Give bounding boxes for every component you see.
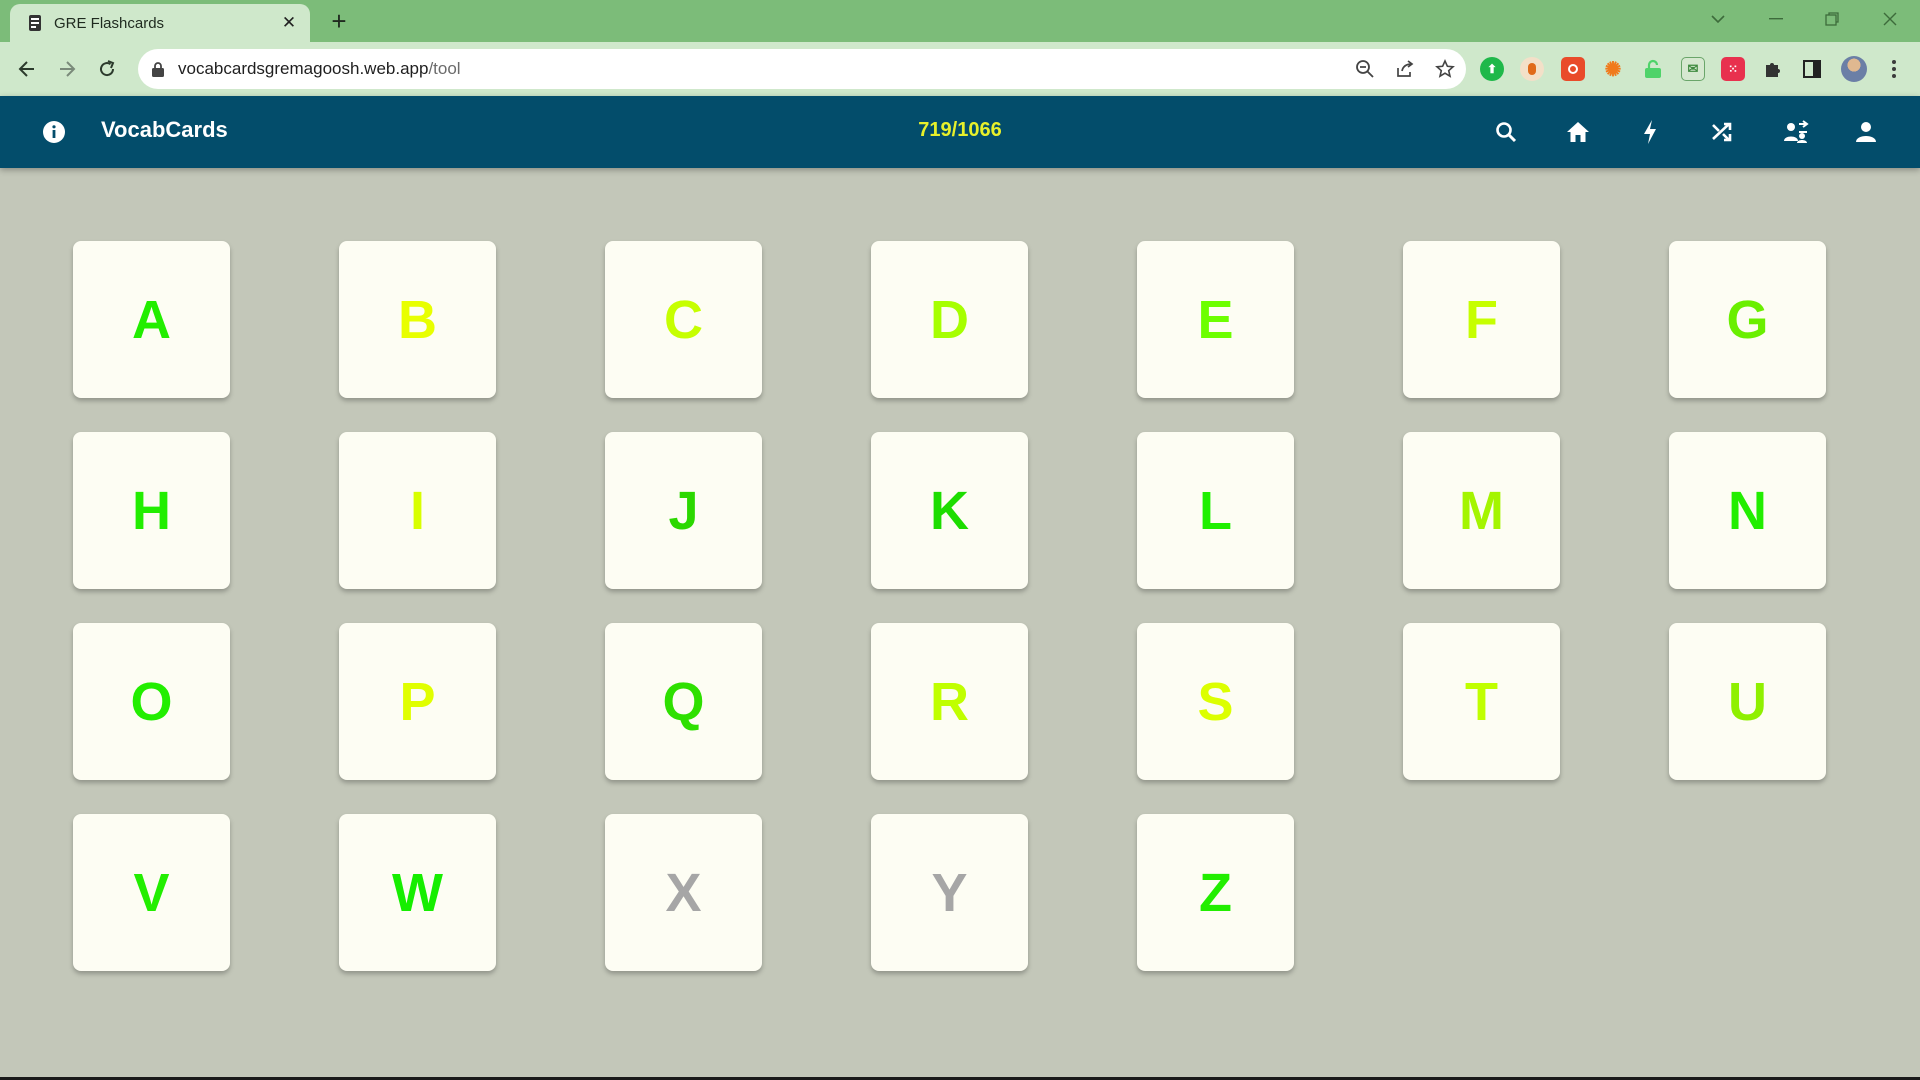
group-compare-icon[interactable] xyxy=(1780,116,1812,148)
close-window-icon[interactable] xyxy=(1868,4,1912,34)
flashcard-favicon-icon xyxy=(26,14,44,32)
letter-card-i[interactable]: I xyxy=(339,432,496,589)
letter-card-e[interactable]: E xyxy=(1137,241,1294,398)
letter-card-c[interactable]: C xyxy=(605,241,762,398)
side-panel-icon[interactable] xyxy=(1800,57,1824,81)
letter-card-v[interactable]: V xyxy=(73,814,230,971)
url-text: vocabcardsgremagoosh.web.app/tool xyxy=(178,59,461,78)
letter-card-f[interactable]: F xyxy=(1403,241,1560,398)
forward-icon[interactable] xyxy=(52,54,82,84)
tab-search-chevron-icon[interactable] xyxy=(1696,4,1740,34)
info-icon[interactable] xyxy=(42,120,66,144)
letter-card-t[interactable]: T xyxy=(1403,623,1560,780)
letter-card-m[interactable]: M xyxy=(1403,432,1560,589)
letter-card-z[interactable]: Z xyxy=(1137,814,1294,971)
app-title: VocabCards xyxy=(101,117,228,142)
extension-record-icon[interactable] xyxy=(1561,57,1585,81)
letter-card-a[interactable]: A xyxy=(73,241,230,398)
letter-card-u[interactable]: U xyxy=(1669,623,1826,780)
letter-card-b[interactable]: B xyxy=(339,241,496,398)
share-icon[interactable] xyxy=(1394,57,1416,81)
extensions-puzzle-icon[interactable] xyxy=(1761,57,1785,81)
browser-menu-icon[interactable] xyxy=(1882,55,1906,83)
tab-title: GRE Flashcards xyxy=(54,14,165,32)
browser-tab-strip: GRE Flashcards ✕ + xyxy=(0,0,1920,42)
letter-grid: ABCDEFG HIJKLMN OPQRSTU VWXYZ xyxy=(73,241,1826,971)
letter-card-q[interactable]: Q xyxy=(605,623,762,780)
letter-card-l[interactable]: L xyxy=(1137,432,1294,589)
letter-card-y[interactable]: Y xyxy=(871,814,1028,971)
progress-counter: 719/1066 xyxy=(918,119,1002,141)
app-header: VocabCards 719/1066 xyxy=(0,96,1920,168)
new-tab-icon[interactable]: + xyxy=(326,8,352,34)
search-icon[interactable] xyxy=(1490,116,1522,148)
address-bar[interactable]: vocabcardsgremagoosh.web.app/tool xyxy=(138,49,1466,89)
letter-card-k[interactable]: K xyxy=(871,432,1028,589)
home-icon[interactable] xyxy=(1562,116,1594,148)
extension-honey-icon[interactable] xyxy=(1520,57,1544,81)
letter-card-j[interactable]: J xyxy=(605,432,762,589)
letter-card-d[interactable]: D xyxy=(871,241,1028,398)
minimize-icon[interactable] xyxy=(1754,4,1798,34)
extension-green-icon[interactable]: ⬆ xyxy=(1480,57,1504,81)
shuffle-icon[interactable] xyxy=(1706,116,1738,148)
extension-lock-green-icon[interactable] xyxy=(1641,57,1665,81)
letter-card-p[interactable]: P xyxy=(339,623,496,780)
letter-card-n[interactable]: N xyxy=(1669,432,1826,589)
letter-card-s[interactable]: S xyxy=(1137,623,1294,780)
browser-tab[interactable]: GRE Flashcards ✕ xyxy=(10,4,310,42)
letter-card-g[interactable]: G xyxy=(1669,241,1826,398)
browser-toolbar: vocabcardsgremagoosh.web.app/tool xyxy=(0,42,1920,96)
zoom-out-icon[interactable] xyxy=(1354,57,1376,81)
profile-avatar[interactable] xyxy=(1841,56,1867,82)
extension-orange-icon[interactable]: ✺ xyxy=(1601,57,1625,81)
letter-card-r[interactable]: R xyxy=(871,623,1028,780)
lock-icon xyxy=(152,61,166,77)
close-tab-icon[interactable]: ✕ xyxy=(278,12,300,34)
letter-card-x[interactable]: X xyxy=(605,814,762,971)
restore-icon[interactable] xyxy=(1810,4,1854,34)
letter-card-h[interactable]: H xyxy=(73,432,230,589)
back-icon[interactable] xyxy=(12,54,42,84)
bookmark-star-icon[interactable] xyxy=(1434,57,1456,81)
extension-mail-icon[interactable]: ✉ xyxy=(1681,57,1705,81)
letter-card-o[interactable]: O xyxy=(73,623,230,780)
letter-card-w[interactable]: W xyxy=(339,814,496,971)
extension-dice-icon[interactable]: ⁙ xyxy=(1721,57,1745,81)
lightning-icon[interactable] xyxy=(1634,116,1666,148)
reload-icon[interactable] xyxy=(92,54,122,84)
account-icon[interactable] xyxy=(1850,116,1882,148)
